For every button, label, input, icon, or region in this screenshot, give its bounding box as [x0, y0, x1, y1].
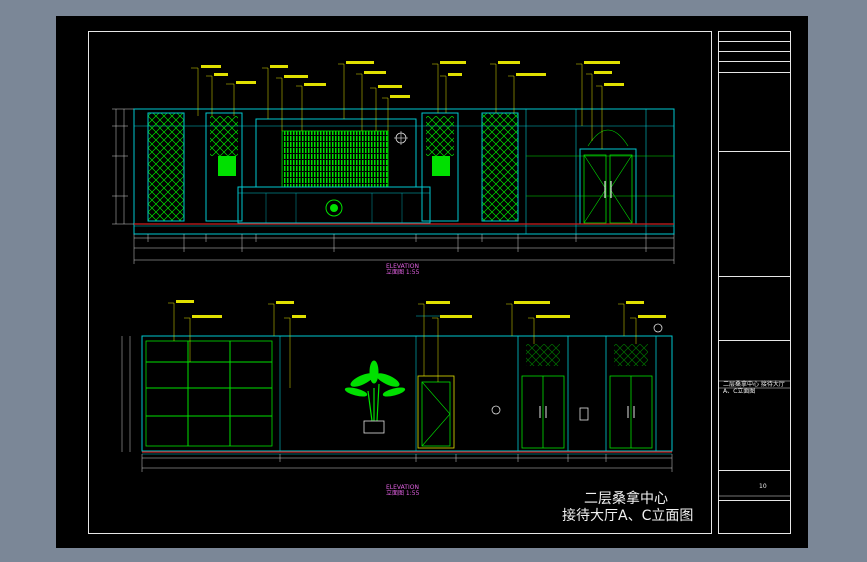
sheet-title-line1: 二层桑拿中心: [584, 491, 668, 507]
elevation-c-scale: 立面图 1:55: [386, 490, 420, 497]
elevation-c-label: ELEVATION 立面图 1:55: [386, 485, 419, 497]
sheet-title-line2: 接待大厅A、C立面图: [562, 508, 694, 524]
elevation-a-label: ELEVATION 立面图 1:55: [386, 264, 419, 276]
elevation-drawings: [112, 61, 791, 497]
elevation-a: [112, 61, 675, 264]
drawing-sheet: 二层桑拿中心 接待大厅A、C立面图 10 ELEVATION 立面图 1:55 …: [56, 16, 808, 548]
elevation-c: [121, 300, 673, 472]
elevation-a-scale: 立面图 1:55: [386, 269, 420, 276]
